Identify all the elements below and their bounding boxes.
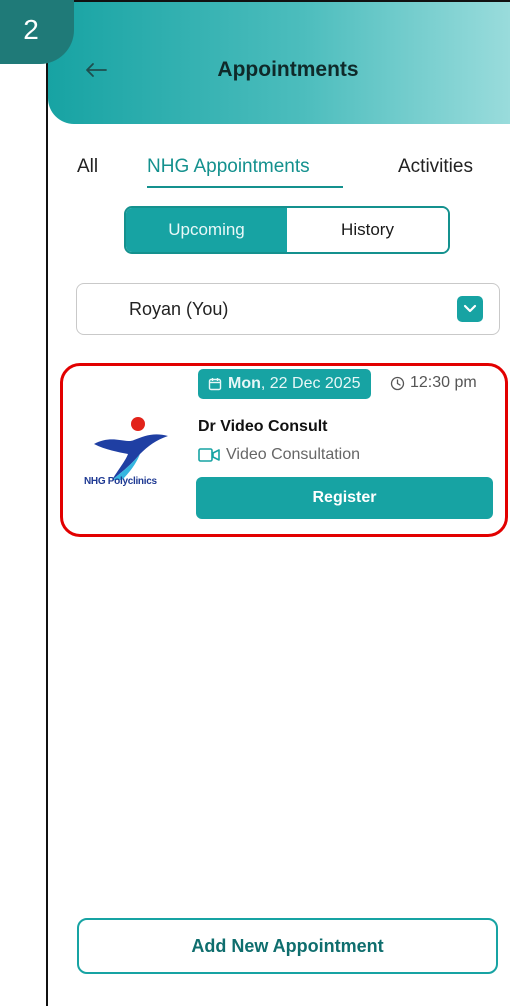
tab-nhg-appointments[interactable]: NHG Appointments: [147, 156, 310, 178]
clock-icon: [390, 376, 405, 390]
page-title: Appointments: [217, 58, 359, 81]
tab-bar: All NHG Appointments Activities: [0, 156, 510, 196]
calendar-icon: [208, 378, 222, 391]
nhg-polyclinics-logo: [94, 417, 168, 480]
appointment-time-text: 12:30 pm: [410, 374, 477, 391]
appointment-date-badge: Mon, 22 Dec 2025: [198, 369, 371, 399]
appointment-day: Mon: [228, 375, 261, 392]
step-number-badge: 2: [0, 0, 74, 64]
upcoming-history-toggle: Upcoming History: [124, 206, 450, 254]
clinic-logo-text: NHG Polyclinics: [84, 476, 157, 487]
consultation-type: Video Consultation: [198, 446, 360, 464]
upcoming-segment-button[interactable]: Upcoming: [126, 208, 287, 252]
tab-activities[interactable]: Activities: [398, 156, 473, 178]
appointment-time: 12:30 pm: [390, 374, 477, 392]
history-segment-button[interactable]: History: [287, 208, 448, 252]
consultation-type-text: Video Consultation: [226, 446, 361, 463]
active-tab-underline: [147, 186, 343, 188]
patient-dropdown[interactable]: Royan (You): [76, 283, 500, 335]
register-button[interactable]: Register: [196, 477, 493, 519]
video-camera-icon: [198, 448, 220, 462]
doctor-name: Dr Video Consult: [198, 418, 328, 435]
appointment-date: , 22 Dec 2025: [260, 375, 361, 392]
tab-all[interactable]: All: [77, 156, 98, 178]
add-new-appointment-button[interactable]: Add New Appointment: [77, 918, 498, 974]
patient-dropdown-value: Royan (You): [129, 299, 229, 319]
app-header: Appointments: [48, 2, 510, 124]
chevron-down-icon: [457, 296, 483, 322]
